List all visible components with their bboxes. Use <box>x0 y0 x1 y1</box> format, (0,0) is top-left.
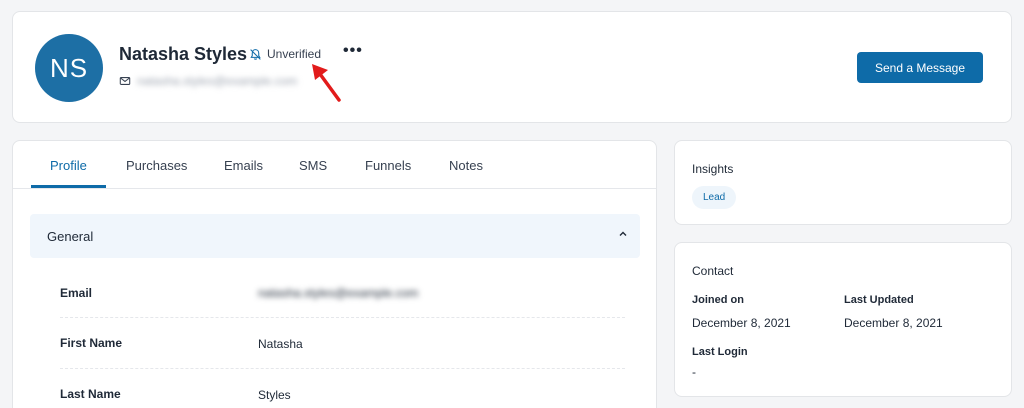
contact-header-card: NS Natasha Styles Unverified ••• natasha… <box>12 11 1012 123</box>
tab-bar: Profile Purchases Emails SMS Funnels Not… <box>13 141 656 189</box>
tab-sms[interactable]: SMS <box>299 158 327 173</box>
joined-value: December 8, 2021 <box>692 316 791 330</box>
active-tab-indicator <box>31 185 106 188</box>
contact-name: Natasha Styles <box>119 44 248 64</box>
section-title: General <box>47 229 94 244</box>
contact-info-card: Contact Joined on December 8, 2021 Last … <box>674 242 1012 397</box>
last-login-label: Last Login <box>692 346 748 358</box>
joined-label: Joined on <box>692 294 744 306</box>
field-value-first-name: Natasha <box>258 337 303 351</box>
email-obscured: natasha.styles@example.com <box>137 74 298 88</box>
tab-funnels[interactable]: Funnels <box>365 158 411 173</box>
updated-label: Last Updated <box>844 294 914 306</box>
field-label-first-name: First Name <box>60 336 123 350</box>
insights-card: Insights Lead <box>674 140 1012 225</box>
more-options-button[interactable]: ••• <box>343 42 363 60</box>
general-section-header[interactable]: General <box>30 214 640 258</box>
chevron-up-icon[interactable] <box>618 229 628 239</box>
tab-purchases[interactable]: Purchases <box>126 158 187 173</box>
bell-off-icon <box>250 48 261 60</box>
contact-title: Contact <box>692 264 734 278</box>
tab-notes[interactable]: Notes <box>449 158 483 173</box>
tab-profile[interactable]: Profile <box>50 158 87 173</box>
header-email: natasha.styles@example.com <box>119 74 297 88</box>
field-label-email: Email <box>60 286 93 300</box>
updated-value: December 8, 2021 <box>844 316 943 330</box>
status-badge: Lead <box>692 186 737 209</box>
verification-status: Unverified <box>249 47 321 61</box>
insights-title: Insights <box>692 162 734 176</box>
field-divider <box>60 317 625 318</box>
field-label-last-name: Last Name <box>60 387 121 401</box>
status-label: Unverified <box>267 47 322 61</box>
last-login-value: - <box>692 365 696 379</box>
profile-card: Profile Purchases Emails SMS Funnels Not… <box>12 140 657 408</box>
tab-emails[interactable]: Emails <box>224 158 263 173</box>
field-value-last-name: Styles <box>258 388 291 402</box>
envelope-icon <box>119 77 131 85</box>
send-message-button[interactable]: Send a Message <box>857 52 983 83</box>
red-arrow-icon <box>312 64 341 102</box>
field-value-email: natasha.styles@example.com <box>258 286 419 300</box>
avatar: NS <box>35 34 103 102</box>
field-divider <box>60 368 625 369</box>
